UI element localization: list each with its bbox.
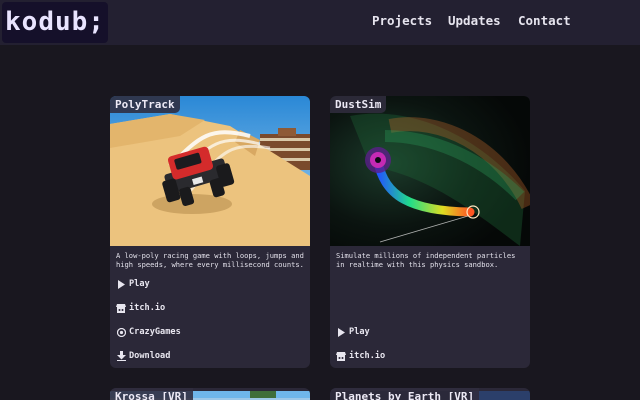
link-label: Play	[349, 327, 370, 337]
itchio-icon	[116, 303, 126, 313]
project-card-dustsim: DustSim Simulate millions of independent…	[330, 96, 530, 368]
download-icon	[116, 351, 126, 361]
link-label: CrazyGames	[129, 327, 181, 337]
card-title: DustSim	[330, 96, 387, 113]
project-card-krossa: Krossa [VR]	[110, 388, 310, 400]
top-nav-bar: kodub; Projects Updates Contact	[0, 0, 640, 45]
itchio-icon	[336, 351, 346, 361]
polytrack-screenshot[interactable]	[110, 96, 310, 246]
download-link[interactable]: Download	[116, 349, 170, 363]
card-description: Simulate millions of independent particl…	[336, 251, 516, 269]
project-card-planets-by-earth: Planets by Earth [VR]	[330, 388, 530, 400]
logo-text: kodub;	[5, 6, 105, 37]
link-label: itch.io	[349, 351, 386, 361]
play-icon	[336, 327, 346, 337]
nav-link-updates[interactable]: Updates	[448, 13, 501, 28]
card-title: Planets by Earth [VR]	[330, 388, 480, 400]
card-title: PolyTrack	[110, 96, 180, 113]
project-card-polytrack: PolyTrack A low-poly racing game with lo…	[110, 96, 310, 368]
crazygames-icon	[116, 327, 126, 337]
link-label: Download	[129, 351, 171, 361]
play-link[interactable]: Play	[116, 277, 150, 291]
link-label: itch.io	[129, 303, 166, 313]
crazygames-link[interactable]: CrazyGames	[116, 325, 181, 339]
play-icon	[116, 279, 126, 289]
card-title: Krossa [VR]	[110, 388, 193, 400]
nav-link-contact[interactable]: Contact	[518, 13, 571, 28]
dustsim-screenshot[interactable]	[330, 96, 530, 246]
play-link[interactable]: Play	[336, 325, 370, 339]
itchio-link[interactable]: itch.io	[116, 301, 165, 315]
link-label: Play	[129, 279, 150, 289]
nav-link-projects[interactable]: Projects	[372, 13, 432, 28]
site-logo[interactable]: kodub;	[2, 2, 108, 43]
card-description: A low-poly racing game with loops, jumps…	[116, 251, 304, 269]
itchio-link[interactable]: itch.io	[336, 349, 385, 363]
